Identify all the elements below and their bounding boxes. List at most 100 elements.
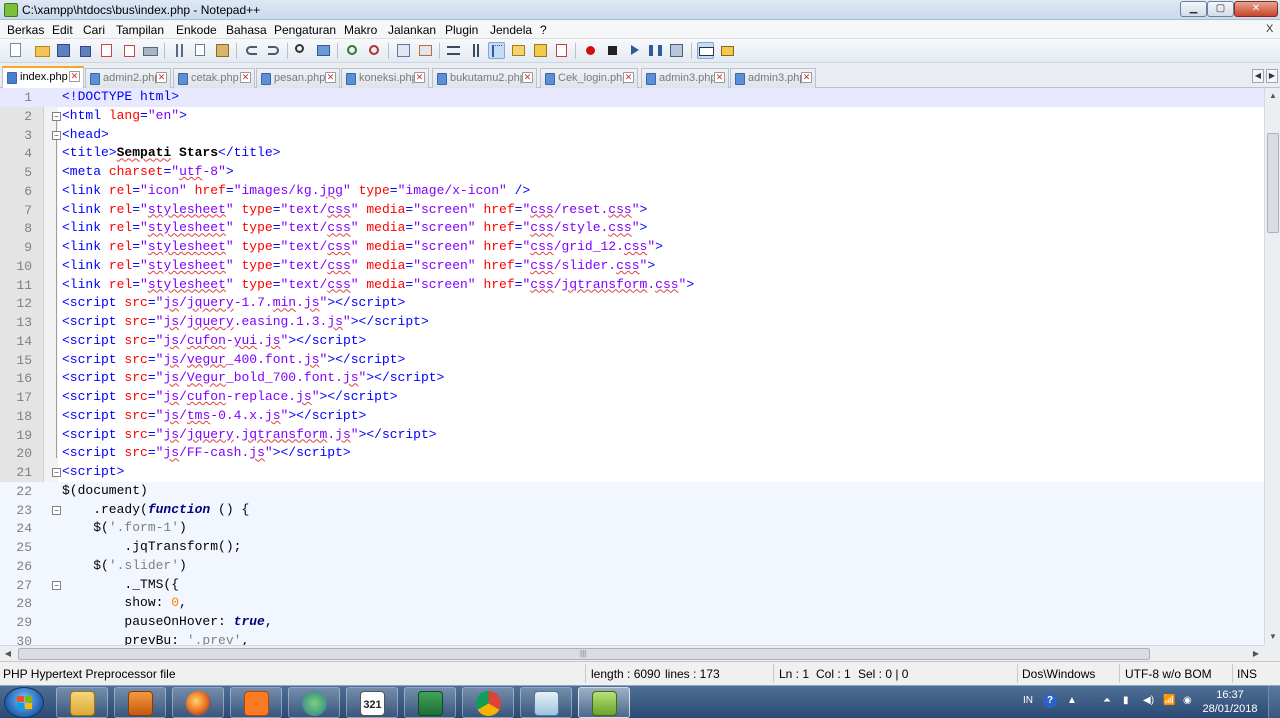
function-list-icon[interactable]: [553, 42, 570, 59]
tab-admin3-php[interactable]: admin3.php ✕: [641, 68, 729, 88]
volume-icon[interactable]: ◀): [1143, 695, 1154, 706]
code-line[interactable]: 10 <link rel="stylesheet" type="text/css"…: [0, 257, 1264, 276]
play-macro-icon[interactable]: [626, 42, 643, 59]
code-line[interactable]: 27 − ._TMS({: [0, 575, 1264, 595]
code-line[interactable]: 25 .jqTransform();: [0, 538, 1264, 557]
code-line[interactable]: 2 − <html lang="en">: [0, 107, 1264, 126]
code-line[interactable]: 15 <script src="js/vegur_400.font.js"></s…: [0, 351, 1264, 370]
menu-berkas[interactable]: Berkas: [7, 23, 44, 37]
code-line[interactable]: 6 <link rel="icon" href="images/kg.jpg" t…: [0, 182, 1264, 201]
menu-makro[interactable]: Makro: [344, 23, 377, 37]
maximize-button[interactable]: ▢: [1207, 1, 1234, 17]
tab-cek-login-php[interactable]: Cek_login.php ✕: [540, 68, 638, 88]
language-indicator[interactable]: IN: [1023, 695, 1033, 706]
code-line[interactable]: 21 − <script>: [0, 463, 1264, 482]
zoom-out-icon[interactable]: [366, 42, 383, 59]
fold-toggle-icon[interactable]: −: [52, 580, 61, 590]
code-line[interactable]: 28 show: 0,: [0, 594, 1264, 613]
taskbar-network-app[interactable]: [288, 687, 340, 718]
new-file-icon[interactable]: [7, 42, 24, 59]
close-button[interactable]: ✕: [1234, 1, 1278, 17]
sync-horizontal-icon[interactable]: [417, 42, 434, 59]
show-hidden-icons-icon[interactable]: ▲: [1067, 695, 1077, 706]
code-editor[interactable]: 1 <!DOCTYPE html> 2− <html lang="en"> 3− <hea…: [0, 88, 1264, 645]
fold-toggle-icon[interactable]: −: [52, 505, 61, 515]
code-line[interactable]: 1 <!DOCTYPE html>: [0, 88, 1264, 107]
scroll-up-icon[interactable]: ▲: [1266, 88, 1280, 104]
vertical-scrollbar[interactable]: ▲ ▼: [1264, 88, 1280, 645]
tab-cetak-php[interactable]: cetak.php ✕: [173, 68, 255, 88]
power-icon[interactable]: ▮: [1123, 695, 1129, 706]
code-line[interactable]: 29 pauseOnHover: true,: [0, 613, 1264, 632]
run-macro-multiple-icon[interactable]: [647, 42, 664, 59]
save-icon[interactable]: [55, 42, 72, 59]
code-line[interactable]: 30 prevBu: '.prev',: [0, 631, 1264, 645]
tab-close-icon[interactable]: ✕: [156, 72, 167, 83]
taskbar-media-player[interactable]: [114, 687, 166, 718]
zoom-in-icon[interactable]: [344, 42, 361, 59]
replace-icon[interactable]: [315, 42, 332, 59]
cut-icon[interactable]: [171, 42, 188, 59]
tab-index-php[interactable]: index.php ✕: [2, 66, 84, 89]
taskbar-xampp[interactable]: [230, 687, 282, 718]
tab-close-icon[interactable]: ✕: [714, 72, 725, 83]
menu-bahasa[interactable]: Bahasa: [226, 23, 267, 37]
taskbar-notepad-plus-plus[interactable]: [578, 687, 630, 718]
scroll-right-icon[interactable]: ▶: [1248, 646, 1264, 662]
indent-guide-icon[interactable]: [488, 42, 505, 59]
user-defined-language-icon[interactable]: [510, 42, 527, 59]
tab-close-icon[interactable]: ✕: [801, 72, 812, 83]
code-line[interactable]: 19 <script src="js/jquery.jqtransform.js"…: [0, 426, 1264, 445]
network-icon[interactable]: 📶: [1163, 695, 1175, 706]
code-line[interactable]: 8 <link rel="stylesheet" type="text/css" …: [0, 219, 1264, 238]
tab-close-icon[interactable]: ✕: [69, 71, 80, 82]
tray-app-icon[interactable]: ⏶: [1103, 695, 1111, 706]
horizontal-scrollbar[interactable]: ◀ ||| ▶: [0, 645, 1264, 661]
taskbar-chrome[interactable]: [462, 687, 514, 718]
close-document-button[interactable]: X: [1266, 23, 1273, 35]
menu-tampilan[interactable]: Tampilan: [116, 23, 164, 37]
save-macro-icon[interactable]: [668, 42, 685, 59]
menu-cari[interactable]: Cari: [83, 23, 105, 37]
code-line[interactable]: 23 − .ready(function () {: [0, 500, 1264, 520]
close-file-icon[interactable]: [98, 42, 115, 59]
menu-plugin[interactable]: Plugin: [445, 23, 478, 37]
clock[interactable]: 16:37 28/01/2018: [1195, 688, 1265, 716]
code-line[interactable]: 22 $(document): [0, 481, 1264, 501]
taskbar-notes-app[interactable]: [520, 687, 572, 718]
scroll-down-icon[interactable]: ▼: [1266, 629, 1280, 645]
tab-bukutamu2-php[interactable]: bukutamu2.php ✕: [432, 68, 537, 88]
code-line[interactable]: 17 <script src="js/cufon-replace.js"></sc…: [0, 388, 1264, 407]
tab-scroll-left-button[interactable]: ◀: [1252, 69, 1264, 83]
taskbar-file-explorer[interactable]: [56, 687, 108, 718]
show-all-characters-icon[interactable]: [467, 42, 484, 59]
tab-pesan-php[interactable]: pesan.php ✕: [256, 68, 340, 88]
taskbar-firefox[interactable]: [172, 687, 224, 718]
record-macro-icon[interactable]: [582, 42, 599, 59]
tab-admin2-php[interactable]: admin2.php ✕: [85, 68, 171, 88]
code-line[interactable]: 14 <script src="js/cufon-yui.js"></script…: [0, 332, 1264, 351]
menu-jalankan[interactable]: Jalankan: [388, 23, 436, 37]
show-desktop-button[interactable]: [1268, 686, 1280, 718]
tab-admin3-php-2[interactable]: admin3.php ✕: [730, 68, 816, 88]
tab-scroll-right-button[interactable]: ▶: [1266, 69, 1278, 83]
code-line[interactable]: 24 $('.form-1'): [0, 519, 1264, 538]
menu-edit[interactable]: Edit: [52, 23, 73, 37]
code-line[interactable]: 16 <script src="js/Vegur_bold_700.font.js…: [0, 369, 1264, 388]
fold-toggle-icon[interactable]: −: [52, 130, 61, 140]
tab-close-icon[interactable]: ✕: [623, 72, 634, 83]
code-line[interactable]: 5 <meta charset="utf-8">: [0, 163, 1264, 182]
save-all-icon[interactable]: [76, 42, 93, 59]
tab-koneksi-php[interactable]: koneksi.php ✕: [341, 68, 429, 88]
menu-enkode[interactable]: Enkode: [176, 23, 217, 37]
code-line[interactable]: 3 − <head>: [0, 126, 1264, 145]
undo-icon[interactable]: [243, 42, 260, 59]
spell-check-settings-icon[interactable]: [719, 42, 736, 59]
find-icon[interactable]: [293, 42, 310, 59]
menu-help[interactable]: ?: [540, 23, 547, 37]
document-map-icon[interactable]: [532, 42, 549, 59]
code-line[interactable]: 9 <link rel="stylesheet" type="text/css" …: [0, 238, 1264, 257]
code-line[interactable]: 11 <link rel="stylesheet" type="text/css"…: [0, 276, 1264, 295]
code-line[interactable]: 4 <title>Sempati Stars</title>: [0, 144, 1264, 163]
copy-icon[interactable]: [193, 42, 210, 59]
